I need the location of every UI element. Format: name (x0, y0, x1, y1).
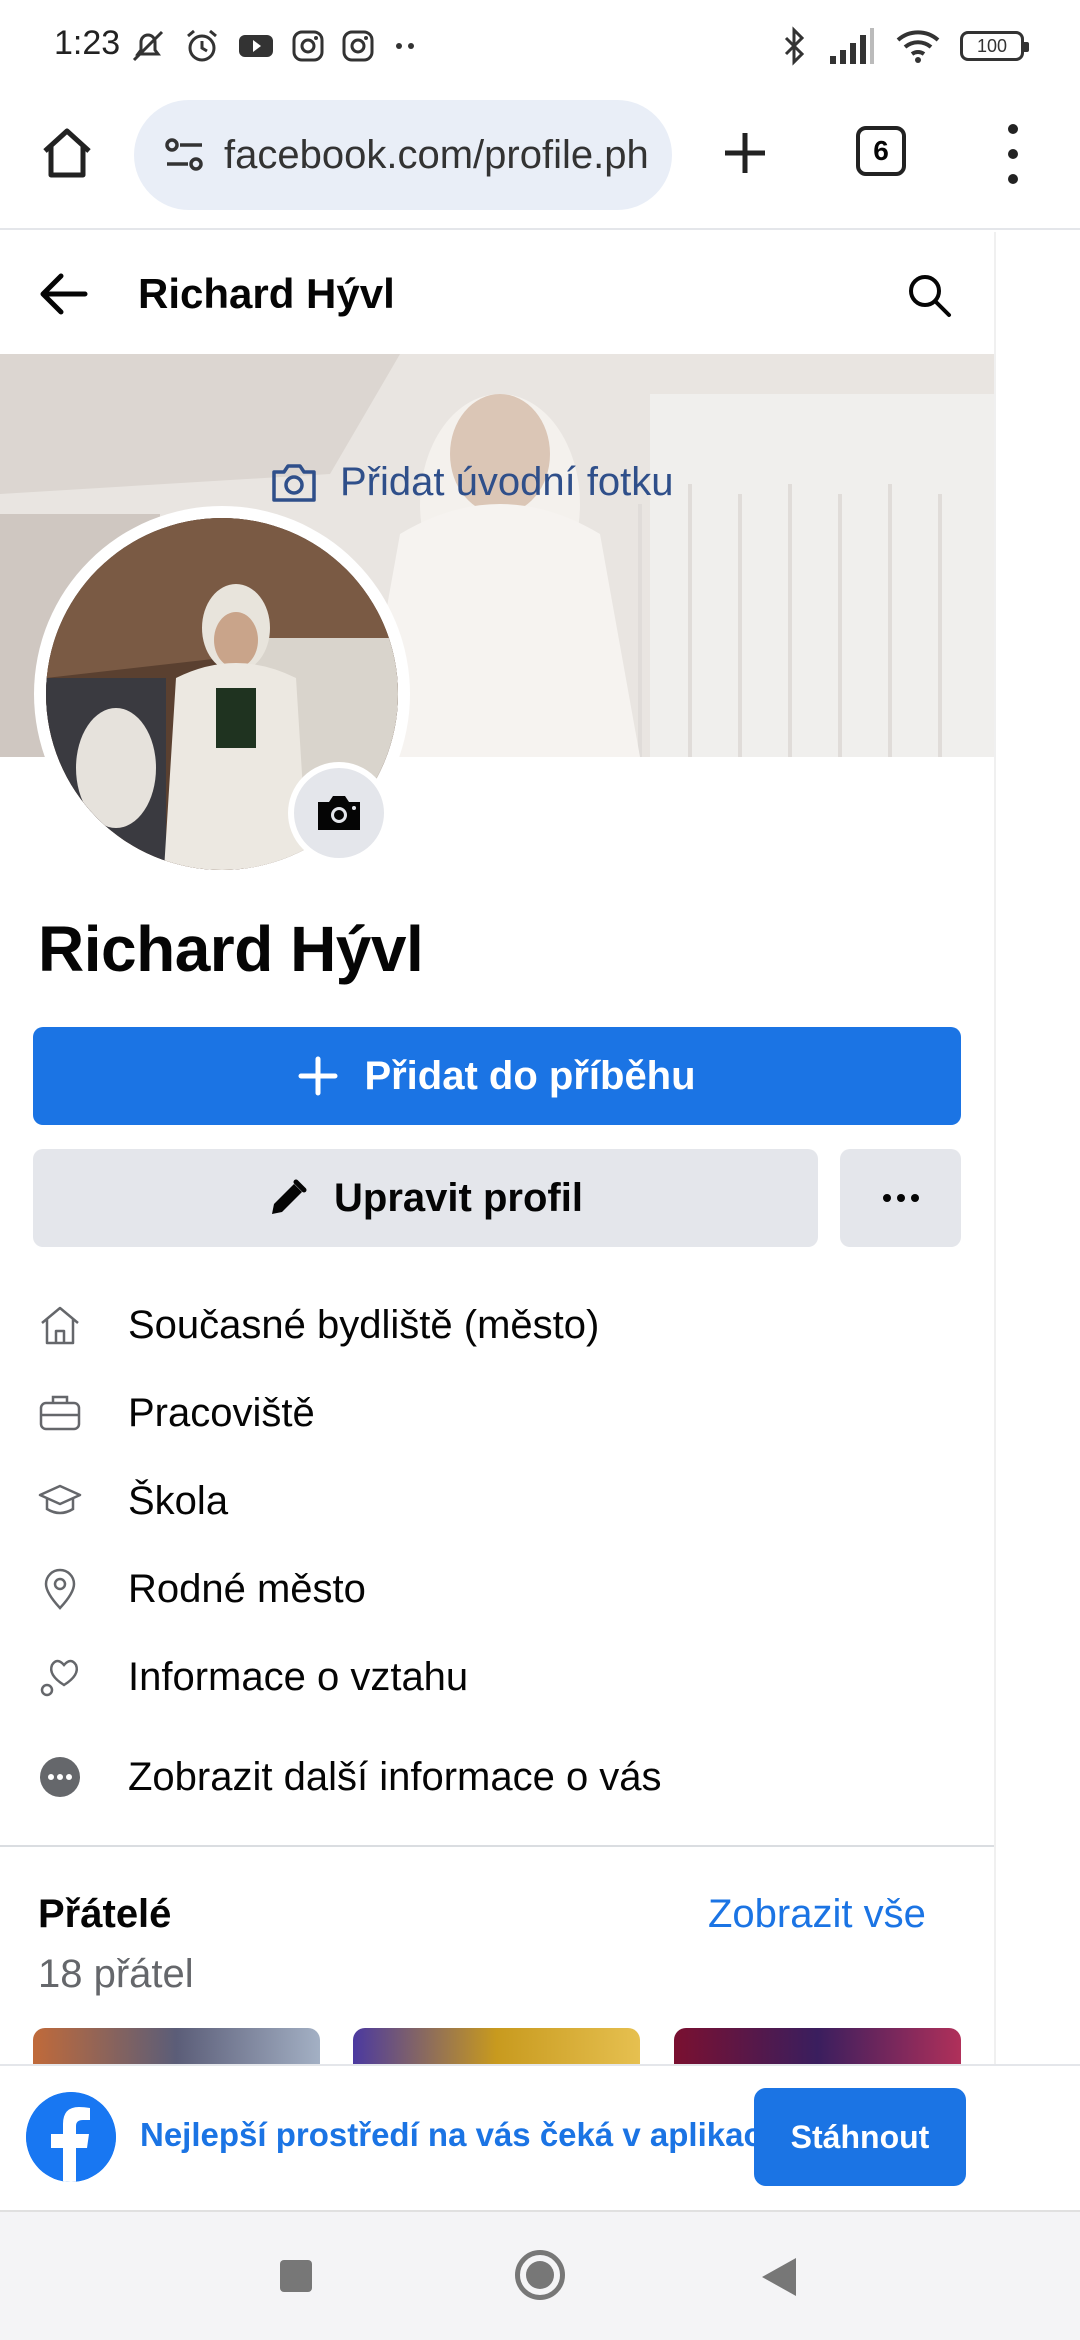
friends-title: Přátelé (38, 1892, 172, 1936)
status-system-icons: 100 (780, 22, 1029, 70)
add-to-story-button[interactable]: Přidat do příběhu (33, 1027, 961, 1125)
info-item-school[interactable]: Škola (0, 1466, 994, 1536)
edit-profile-button[interactable]: Upravit profil (33, 1149, 818, 1247)
bluetooth-icon (784, 26, 805, 66)
tab-switcher-button[interactable]: 6 (856, 126, 906, 176)
battery-icon: 100 (960, 31, 1029, 61)
add-cover-photo-button[interactable]: Přidat úvodní fotku (270, 460, 674, 505)
add-cover-photo-label: Přidat úvodní fotku (340, 460, 674, 504)
more-dot (896, 1194, 905, 1202)
info-item-current-city[interactable]: Současné bydliště (město) (0, 1290, 994, 1360)
new-tab-button[interactable] (712, 120, 778, 186)
info-item-workplace[interactable]: Pracoviště (0, 1378, 994, 1448)
header-title: Richard Hývl (138, 270, 395, 317)
app-download-banner: Nejlepší prostředí na vás čeká v aplikac… (0, 2064, 1080, 2208)
menu-dot (1008, 149, 1018, 159)
graduation-cap-icon (36, 1477, 84, 1525)
home-nav-button[interactable] (515, 2250, 565, 2300)
back-nav-button[interactable] (762, 2258, 796, 2296)
more-dot (910, 1194, 919, 1202)
friends-count: 18 přátel (38, 1952, 194, 1996)
plus-icon (725, 133, 765, 173)
change-profile-picture-button[interactable] (288, 762, 390, 864)
info-item-relationship[interactable]: Informace o vztahu (0, 1642, 994, 1712)
youtube-icon (239, 35, 273, 57)
briefcase-icon (36, 1389, 84, 1437)
status-time: 1:23 (54, 24, 121, 62)
camera-icon (272, 463, 316, 502)
recent-apps-button[interactable] (280, 2260, 312, 2292)
pencil-icon (272, 1179, 307, 1214)
status-notification-icons (128, 24, 420, 68)
friend-thumbnail[interactable] (33, 2028, 320, 2068)
info-item-hometown[interactable]: Rodné město (0, 1554, 994, 1624)
profile-header-bar: Richard Hývl (0, 232, 994, 354)
profile-name: Richard Hývl (38, 913, 424, 985)
page-right-margin (994, 232, 1080, 2208)
plus-icon (298, 1056, 338, 1096)
location-pin-icon (36, 1565, 84, 1613)
more-options-button[interactable] (840, 1149, 961, 1247)
instagram-icon (292, 30, 324, 62)
see-all-friends-link[interactable]: Zobrazit vše (708, 1892, 926, 1937)
home-icon (36, 1301, 84, 1349)
camera-icon (318, 796, 360, 830)
info-label: Informace o vztahu (128, 1654, 469, 1699)
instagram-icon (342, 30, 374, 62)
section-divider (0, 1845, 994, 1847)
banner-text: Nejlepší prostředí na vás čeká v aplikac… (140, 2116, 771, 2153)
info-label: Škola (128, 1478, 229, 1523)
alarm-icon (187, 29, 217, 62)
home-icon (43, 128, 91, 178)
add-to-story-label: Přidat do příběhu (364, 1053, 696, 1098)
search-button[interactable] (900, 266, 958, 324)
search-icon (909, 275, 951, 317)
menu-dot (1008, 124, 1018, 134)
info-item-see-more[interactable]: Zobrazit další informace o vás (0, 1742, 994, 1812)
info-label: Pracoviště (128, 1390, 315, 1435)
more-dots-icon (396, 43, 414, 49)
more-circle-icon (36, 1753, 84, 1801)
signal-icon (830, 28, 874, 64)
info-label: Zobrazit další informace o vás (128, 1754, 662, 1799)
site-settings-icon (165, 138, 203, 171)
info-label: Současné bydliště (město) (128, 1302, 600, 1347)
browser-menu-button[interactable] (998, 124, 1028, 184)
friend-thumbnail[interactable] (353, 2028, 640, 2068)
back-button[interactable] (34, 264, 94, 324)
heart-icon (36, 1653, 84, 1701)
download-app-button[interactable]: Stáhnout (754, 2088, 966, 2186)
mute-alarm-icon (132, 30, 164, 62)
url-text: facebook.com/profile.ph (224, 132, 649, 177)
browser-toolbar: facebook.com/profile.ph 6 (0, 96, 1080, 230)
status-bar: 1:23 100 (0, 0, 1080, 96)
system-navigation-bar (0, 2210, 1080, 2340)
wifi-icon (896, 30, 940, 63)
browser-home-button[interactable] (36, 122, 98, 184)
edit-profile-label: Upravit profil (334, 1175, 583, 1220)
menu-dot (1008, 174, 1018, 184)
arrow-left-icon (40, 273, 88, 315)
info-label: Rodné město (128, 1566, 366, 1611)
more-dot (882, 1194, 891, 1202)
friend-thumbnail[interactable] (674, 2028, 961, 2068)
address-bar[interactable]: facebook.com/profile.ph (134, 100, 672, 210)
facebook-logo-icon (26, 2092, 116, 2182)
